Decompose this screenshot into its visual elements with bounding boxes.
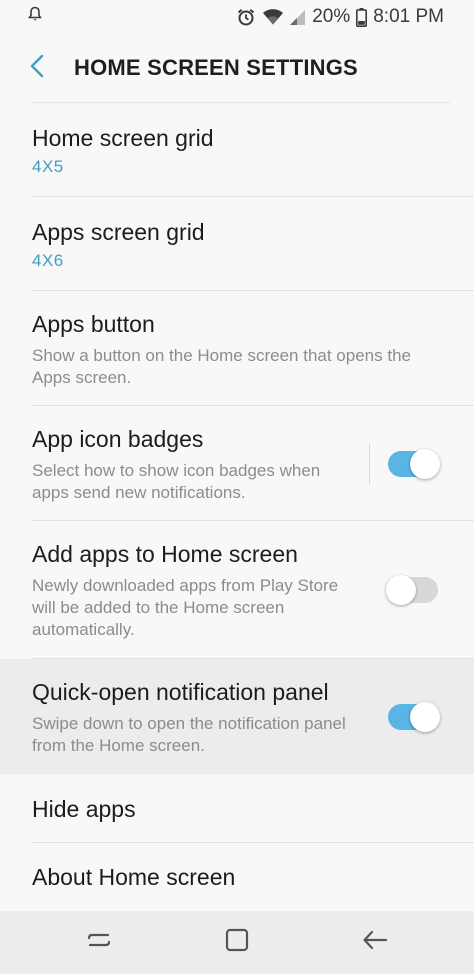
vertical-divider <box>369 443 370 484</box>
app-header: HOME SCREEN SETTINGS <box>0 34 474 102</box>
setting-text: App icon badges Select how to show icon … <box>32 424 369 504</box>
setting-value: 4X6 <box>32 251 64 270</box>
toggle-knob <box>386 575 416 605</box>
alarm-icon <box>236 7 256 27</box>
signal-icon <box>290 8 306 26</box>
setting-about-home-screen[interactable]: About Home screen <box>0 843 474 910</box>
setting-text: Quick-open notification panel Swipe down… <box>32 677 388 757</box>
setting-title: Hide apps <box>32 795 136 822</box>
settings-list: Home screen grid 4X5 Apps screen grid 4X… <box>0 103 474 910</box>
status-left <box>28 6 42 28</box>
setting-apps-button[interactable]: Apps button Show a button on the Home sc… <box>0 291 474 406</box>
setting-subtitle: Swipe down to open the notification pane… <box>32 713 346 755</box>
status-bar: 20% 8:01 PM <box>0 0 474 34</box>
navigation-bar <box>0 911 474 974</box>
status-time: 8:01 PM <box>373 6 444 27</box>
setting-apps-screen-grid[interactable]: Apps screen grid 4X6 <box>0 197 474 291</box>
home-icon <box>225 928 249 957</box>
setting-title: Add apps to Home screen <box>32 541 298 567</box>
back-chevron-icon <box>30 54 44 83</box>
home-button[interactable] <box>202 913 272 973</box>
setting-title: Apps button <box>32 310 155 337</box>
setting-title: App icon badges <box>32 425 204 452</box>
battery-percent: 20% <box>312 6 351 27</box>
page-title: HOME SCREEN SETTINGS <box>74 55 358 80</box>
setting-value: 4X5 <box>32 157 64 176</box>
toggle-knob <box>410 448 440 479</box>
back-icon <box>362 929 388 956</box>
setting-add-apps-to-home-screen[interactable]: Add apps to Home screen Newly downloaded… <box>0 521 474 659</box>
wifi-icon <box>262 8 284 26</box>
setting-text: About Home screen <box>32 862 450 892</box>
toggle-knob <box>410 701 440 732</box>
nav-back-button[interactable] <box>340 913 410 973</box>
notification-bell-icon <box>28 6 42 28</box>
recent-apps-button[interactable] <box>64 913 134 973</box>
setting-app-icon-badges[interactable]: App icon badges Select how to show icon … <box>0 406 474 521</box>
setting-subtitle: Newly downloaded apps from Play Store wi… <box>32 576 339 639</box>
setting-text: Add apps to Home screen Newly downloaded… <box>32 539 388 641</box>
recent-apps-icon <box>86 929 112 956</box>
setting-subtitle: Show a button on the Home screen that op… <box>32 345 411 387</box>
setting-subtitle: Select how to show icon badges when apps… <box>32 460 321 502</box>
setting-title: Home screen grid <box>32 125 214 151</box>
setting-text: Apps button Show a button on the Home sc… <box>32 309 450 389</box>
setting-title: About Home screen <box>32 863 236 890</box>
setting-title: Quick-open notification panel <box>32 678 329 705</box>
toggle-wrap <box>369 406 450 521</box>
setting-hide-apps[interactable]: Hide apps <box>0 774 474 843</box>
setting-text: Hide apps <box>32 794 450 824</box>
setting-text: Home screen grid 4X5 <box>32 123 450 177</box>
back-button[interactable] <box>0 34 74 102</box>
setting-text: Apps screen grid 4X6 <box>32 217 450 271</box>
status-right: 20% 8:01 PM <box>236 6 444 28</box>
screen: 20% 8:01 PM HOME SCREEN SETTINGS Home sc… <box>0 0 474 974</box>
add-apps-toggle[interactable] <box>386 575 438 605</box>
app-icon-badges-toggle[interactable] <box>388 448 440 479</box>
battery-icon <box>356 7 368 27</box>
setting-title: Apps screen grid <box>32 219 205 245</box>
setting-quick-open-notification-panel[interactable]: Quick-open notification panel Swipe down… <box>0 659 474 774</box>
setting-home-screen-grid[interactable]: Home screen grid 4X5 <box>0 103 474 197</box>
quick-open-toggle[interactable] <box>388 701 440 732</box>
